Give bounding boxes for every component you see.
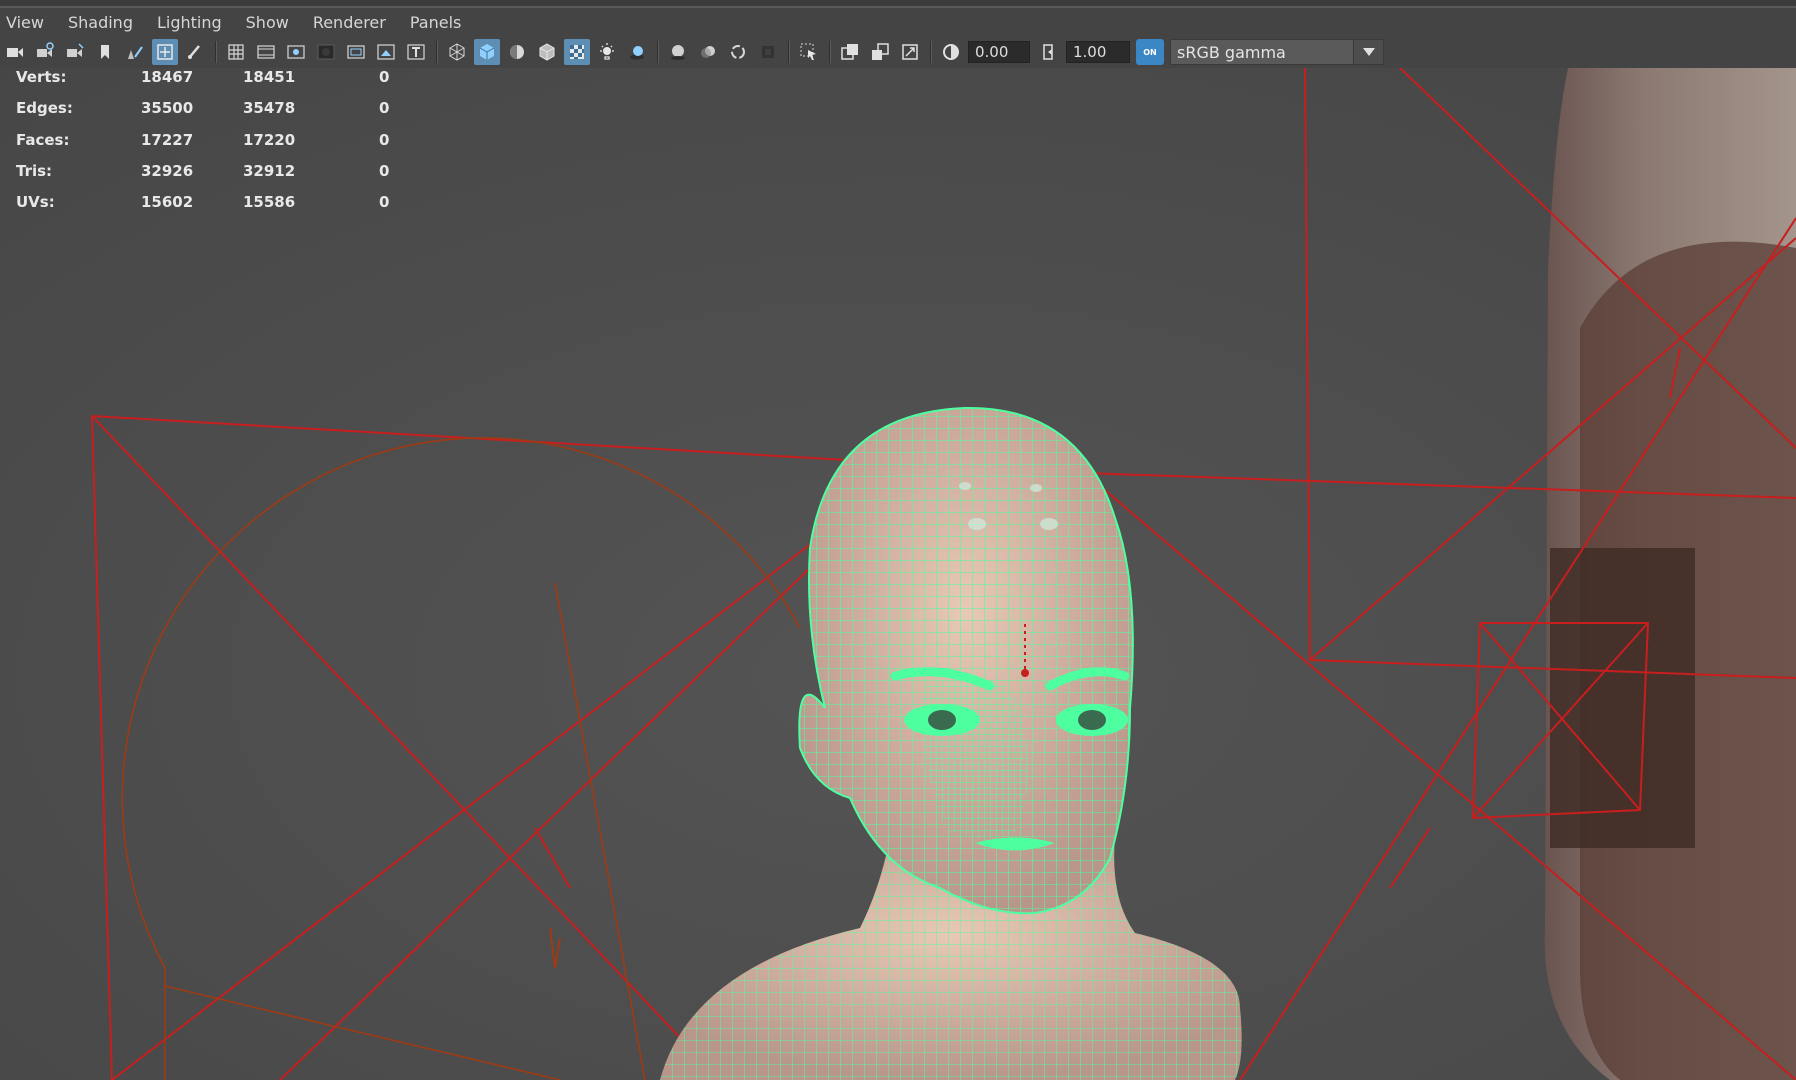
hud-value-scene: 15602 [141,193,194,212]
hud-value-scene: 18467 [141,68,194,86]
hud-value-selected: 0 [379,161,390,180]
hud-value-scene: 17227 [141,130,194,149]
xray-active-components-icon[interactable] [867,39,893,65]
hud-value-scene: 32926 [141,161,194,180]
hud-row-verts: Verts: 18467 18451 0 [16,68,419,99]
multisample-aa-icon[interactable] [725,39,751,65]
grid-icon[interactable] [223,39,249,65]
select-camera-icon[interactable] [2,39,28,65]
default-material-icon[interactable] [504,39,530,65]
hud-label: Faces: [16,130,70,149]
xray-icon[interactable] [837,39,863,65]
hud-value-selected: 0 [379,130,390,149]
panel-toolbar: 0.00 1.00 ON sRGB gamma [0,36,1796,68]
gamma-icon[interactable] [1036,39,1062,65]
background-image-plane [1544,68,1796,1080]
toolbar-separator [829,41,831,63]
hud-value-object: 35478 [243,99,296,118]
image-plane-icon[interactable] [92,39,118,65]
resolution-gate-icon[interactable] [283,39,309,65]
menu-view[interactable]: View [0,13,44,32]
textured-icon[interactable] [564,39,590,65]
hud-row-uvs: UVs: 15602 15586 0 [16,193,419,224]
grease-pencil-icon[interactable] [122,39,148,65]
window-top-strip [0,0,1796,8]
hud-label: Edges: [16,99,73,118]
field-chart-icon[interactable] [343,39,369,65]
gate-mask-icon[interactable] [313,39,339,65]
screen-space-ao-icon[interactable] [665,39,691,65]
hud-row-tris: Tris: 32926 32912 0 [16,162,419,193]
panel-menu-bar: View Shading Lighting Show Renderer Pane… [0,8,1796,36]
toolbar-separator [436,41,438,63]
camera-attributes-icon[interactable] [32,39,58,65]
depth-of-field-icon[interactable] [755,39,781,65]
safe-title-icon[interactable] [403,39,429,65]
exposure-input[interactable]: 0.00 [968,41,1030,63]
gamma-input[interactable]: 1.00 [1066,41,1130,63]
hud-value-object: 32912 [243,161,296,180]
hud-row-faces: Faces: 17227 17220 0 [16,131,419,162]
color-management-toggle[interactable]: ON [1136,39,1164,65]
hud-row-edges: Edges: 35500 35478 0 [16,99,419,130]
isolate-select-icon[interactable] [796,39,822,65]
xray-joints-icon[interactable] [897,39,923,65]
menu-panels[interactable]: Panels [403,13,462,32]
hud-value-selected: 0 [379,99,390,118]
view-transform-dropdown[interactable]: sRGB gamma [1170,39,1384,65]
hud-value-object: 18451 [243,68,296,86]
menu-show[interactable]: Show [239,13,289,32]
hud-value-selected: 0 [379,68,390,86]
hud-label: Tris: [16,161,53,180]
view-transform-value: sRGB gamma [1177,42,1286,62]
wireframe-on-shaded-icon[interactable] [534,39,560,65]
hud-value-object: 17220 [243,130,296,149]
hud-value-scene: 35500 [141,99,194,118]
toolbar-separator [788,41,790,63]
poly-count-hud: Verts: 18467 18451 0 Edges: 35500 35478 … [16,68,419,224]
menu-lighting[interactable]: Lighting [150,13,222,32]
menu-renderer[interactable]: Renderer [306,13,386,32]
hud-value-object: 15586 [243,193,296,212]
motion-blur-icon[interactable] [695,39,721,65]
shadows-icon[interactable] [624,39,650,65]
hud-label: UVs: [16,193,55,212]
3d-viewport[interactable]: Verts: 18467 18451 0 Edges: 35500 35478 … [0,68,1796,1080]
sculpt-brush-icon[interactable] [182,39,208,65]
hud-value-selected: 0 [379,193,390,212]
toolbar-separator [215,41,217,63]
use-all-lights-icon[interactable] [594,39,620,65]
toolbar-separator [657,41,659,63]
smooth-shade-icon[interactable] [474,39,500,65]
hud-label: Verts: [16,68,67,86]
safe-action-icon[interactable] [373,39,399,65]
menu-shading[interactable]: Shading [61,13,133,32]
toolbar-separator [930,41,932,63]
bookmark-camera-icon[interactable] [62,39,88,65]
2d-pan-zoom-icon[interactable] [152,39,178,65]
exposure-icon[interactable] [938,39,964,65]
chevron-down-icon[interactable] [1353,40,1383,64]
wireframe-icon[interactable] [444,39,470,65]
film-gate-icon[interactable] [253,39,279,65]
